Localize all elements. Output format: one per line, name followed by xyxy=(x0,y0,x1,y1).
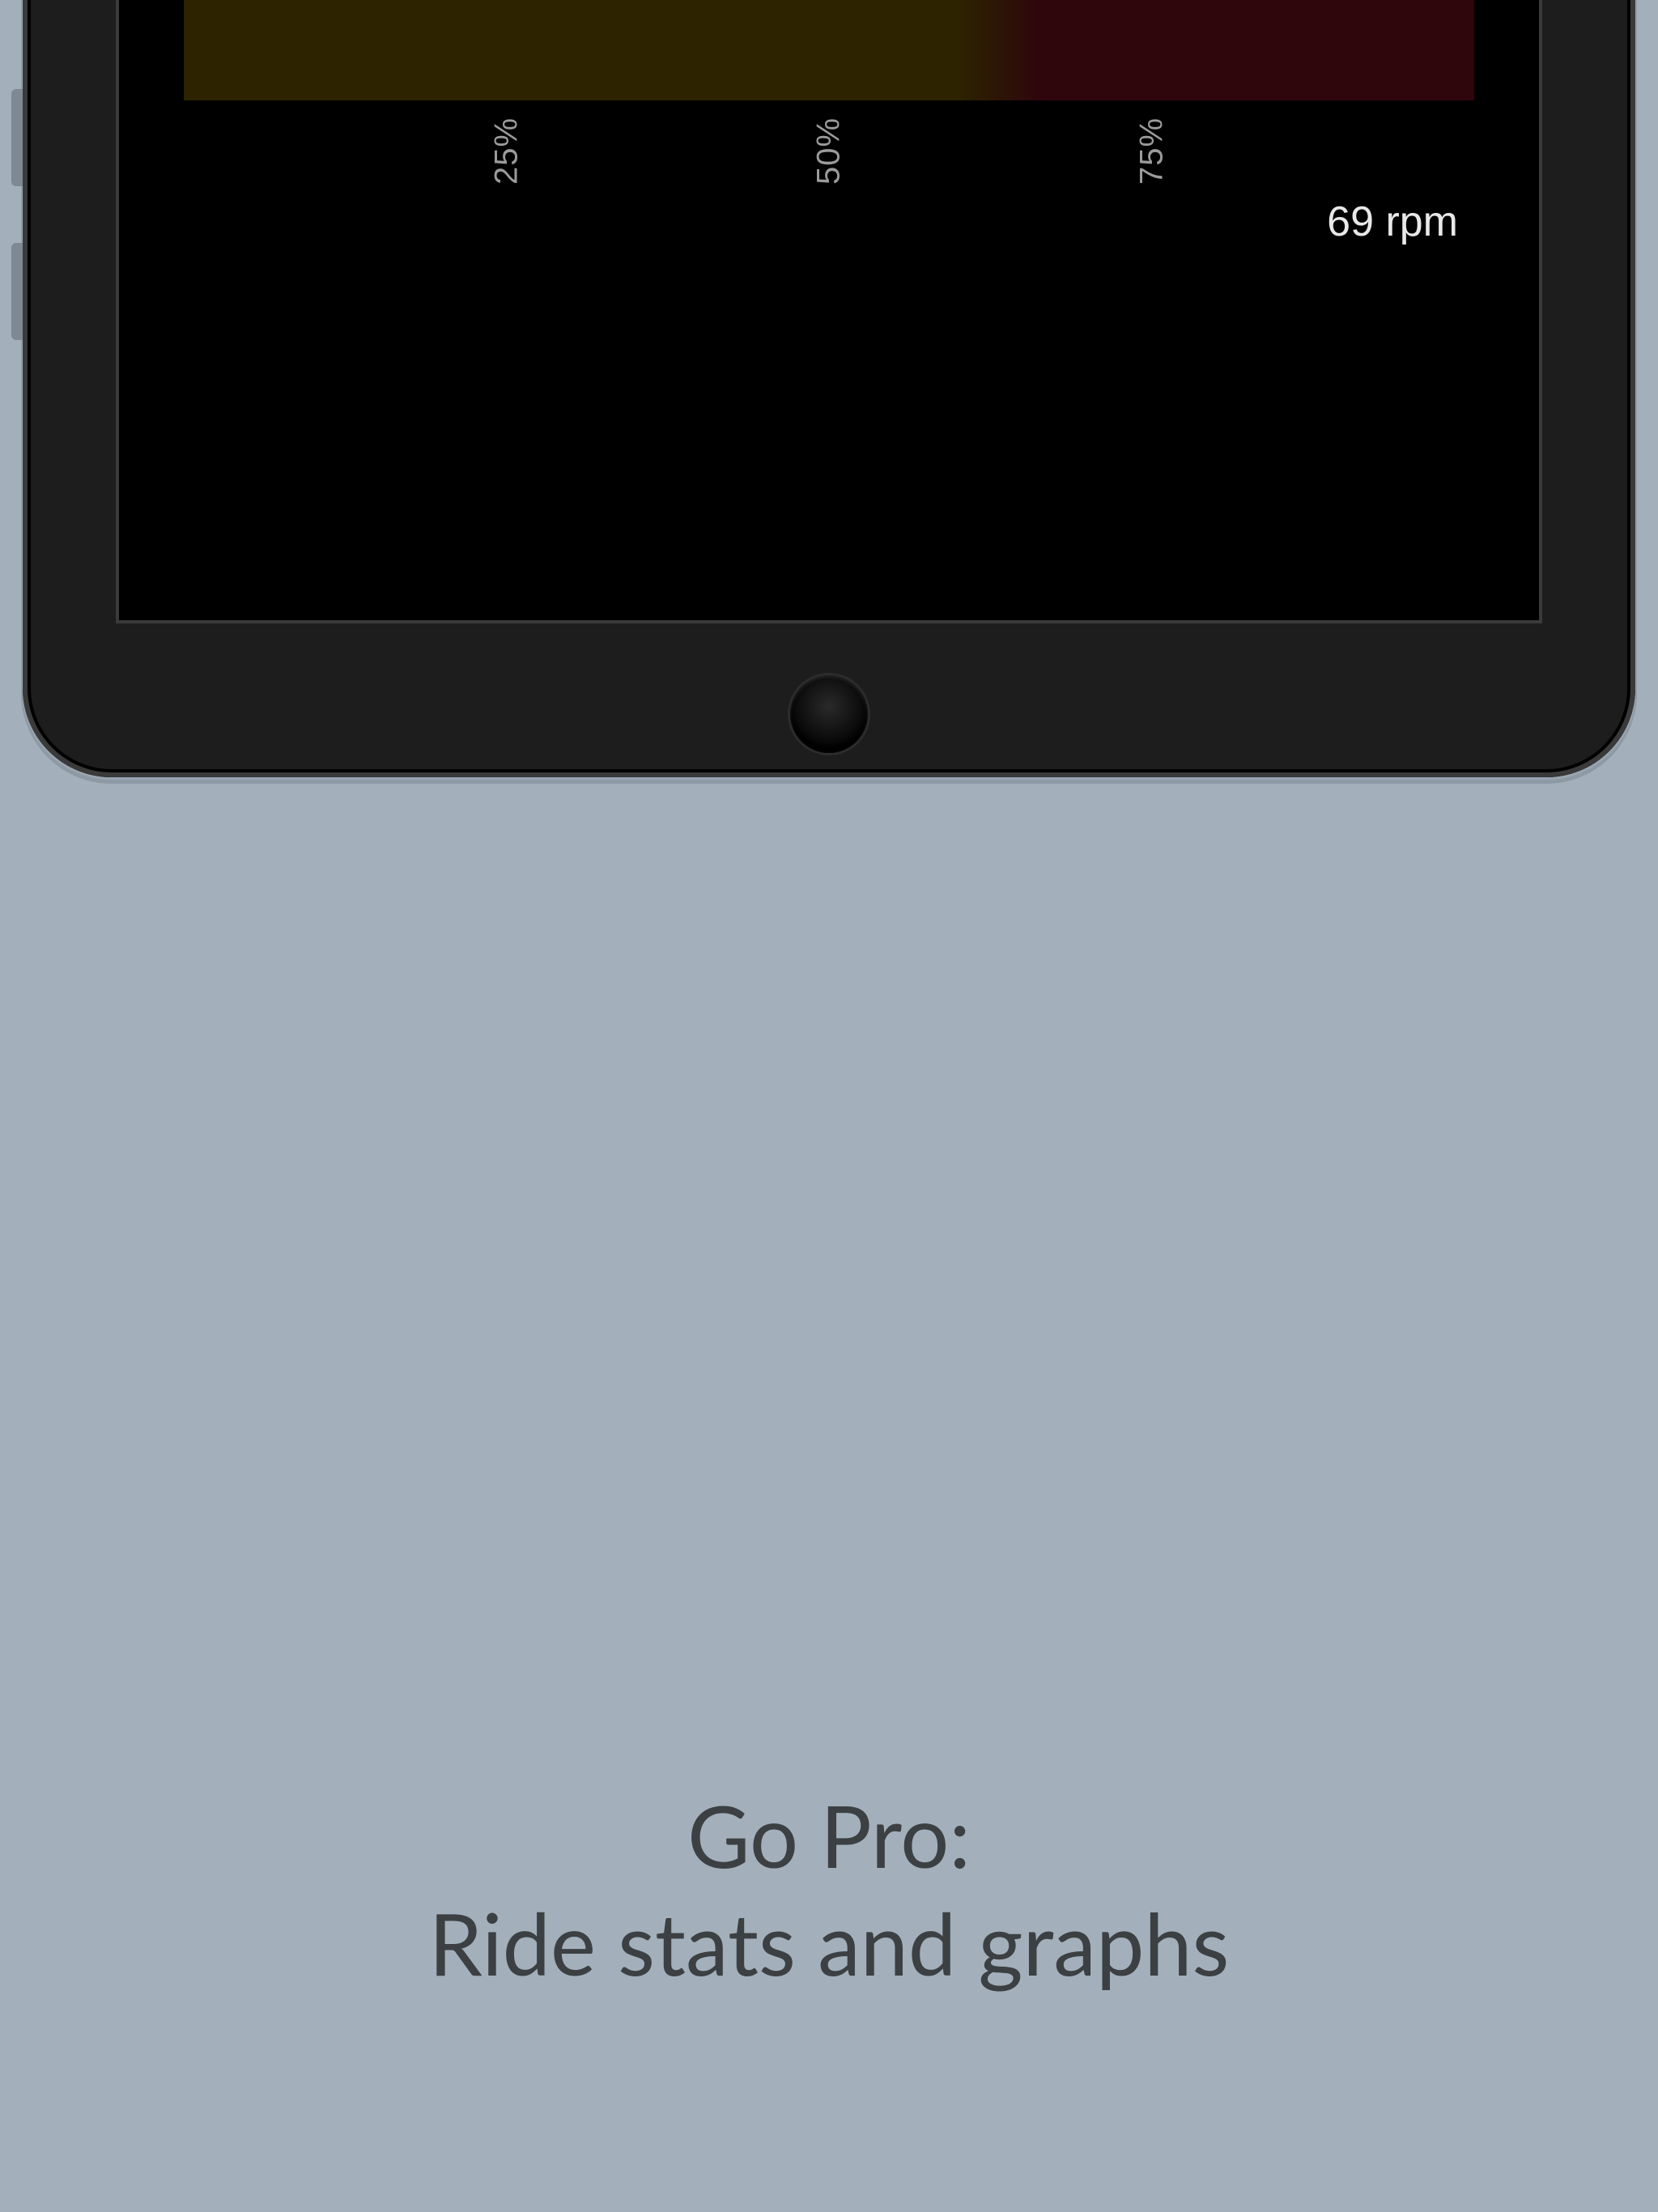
volume-down-button[interactable] xyxy=(11,243,23,340)
x-tick-75: 75% xyxy=(1133,117,1170,185)
tablet-frame: 25% 50% 75% 69 rpm xyxy=(23,0,1635,777)
x-tick-25: 25% xyxy=(488,117,525,185)
caption-line-1: Go Pro: xyxy=(0,1781,1658,1889)
device-screen: 25% 50% 75% 69 rpm xyxy=(116,0,1542,623)
volume-up-button[interactable] xyxy=(11,89,23,186)
cadence-line-chart xyxy=(184,0,1474,100)
cadence-chart xyxy=(184,0,1474,100)
x-axis-ticks: 25% 50% 75% xyxy=(184,133,1474,230)
promo-caption: Go Pro: Ride stats and graphs xyxy=(0,1781,1658,1996)
current-rpm-label: 69 rpm xyxy=(1327,198,1458,246)
caption-line-2: Ride stats and graphs xyxy=(0,1889,1658,1997)
x-tick-50: 50% xyxy=(811,117,848,185)
home-button[interactable] xyxy=(790,675,868,753)
